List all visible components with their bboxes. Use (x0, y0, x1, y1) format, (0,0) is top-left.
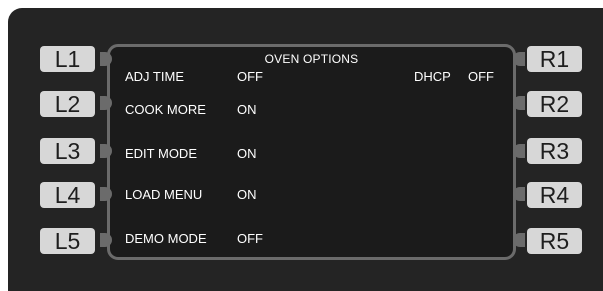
option-label-demo-mode: DEMO MODE (125, 231, 207, 246)
soft-key-r5[interactable]: R5 (527, 228, 582, 254)
option-value-cook-more: ON (237, 102, 257, 117)
option-label-cook-more: COOK MORE (125, 102, 206, 117)
option-label-load-menu: LOAD MENU (125, 187, 203, 202)
key-connector-r5 (513, 233, 525, 247)
option-label-adj-time: ADJ TIME (125, 69, 184, 84)
dhcp-value: OFF (468, 69, 494, 84)
soft-key-l5[interactable]: L5 (40, 228, 95, 254)
key-connector-r2 (513, 96, 525, 110)
soft-key-r1[interactable]: R1 (527, 46, 582, 72)
option-value-load-menu: ON (237, 187, 257, 202)
option-label-edit-mode: EDIT MODE (125, 146, 197, 161)
soft-key-l4[interactable]: L4 (40, 182, 95, 208)
dhcp-label: DHCP (414, 69, 451, 84)
key-connector-r4 (513, 187, 525, 201)
soft-key-r3[interactable]: R3 (527, 138, 582, 164)
option-value-edit-mode: ON (237, 146, 257, 161)
key-connector-r1 (513, 52, 525, 66)
option-value-adj-time: OFF (237, 69, 263, 84)
soft-key-l3[interactable]: L3 (40, 138, 95, 164)
screen-title: OVEN OPTIONS (264, 52, 359, 66)
key-connector-r3 (513, 144, 525, 158)
option-value-demo-mode: OFF (237, 231, 263, 246)
soft-key-r4[interactable]: R4 (527, 182, 582, 208)
soft-key-r2[interactable]: R2 (527, 91, 582, 117)
soft-key-l2[interactable]: L2 (40, 91, 95, 117)
soft-key-l1[interactable]: L1 (40, 46, 95, 72)
